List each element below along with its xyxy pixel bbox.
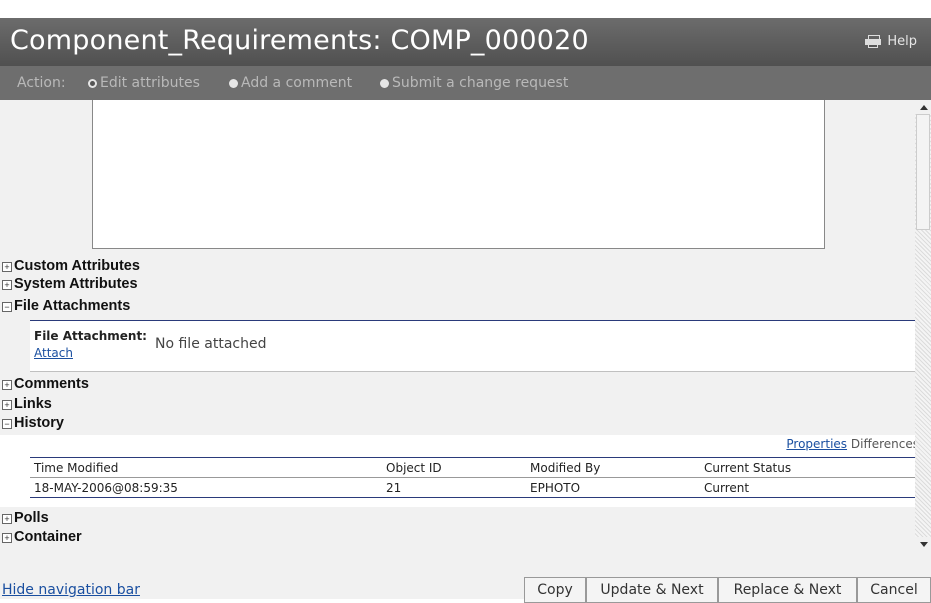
section-file-attachments[interactable]: − File Attachments bbox=[0, 298, 915, 316]
section-label[interactable]: Comments bbox=[14, 376, 89, 392]
action-label: Action: bbox=[17, 75, 66, 91]
column-header: Time Modified bbox=[34, 461, 119, 475]
section-container[interactable]: + Container bbox=[0, 529, 915, 547]
section-system-attributes[interactable]: + System Attributes bbox=[0, 276, 915, 294]
section-custom-attributes[interactable]: + Custom Attributes bbox=[0, 258, 915, 276]
attach-link[interactable]: Attach bbox=[34, 346, 73, 360]
help-button[interactable]: Help bbox=[865, 34, 917, 49]
history-table: Time Modified Object ID Modified By Curr… bbox=[30, 457, 915, 498]
page-title: Component_Requirements: COMP_000020 bbox=[10, 25, 589, 56]
arrow-up-icon[interactable] bbox=[920, 105, 928, 110]
vertical-scrollbar[interactable] bbox=[915, 100, 931, 551]
expand-icon[interactable]: + bbox=[2, 280, 12, 290]
section-label[interactable]: Links bbox=[14, 396, 52, 412]
radio-selected-icon[interactable] bbox=[88, 78, 97, 88]
scroll-down-button[interactable] bbox=[915, 537, 931, 551]
file-attachment-panel: File Attachment: Attach No file attached bbox=[30, 320, 915, 372]
column-header: Current Status bbox=[704, 461, 792, 475]
differences-link[interactable]: Differences bbox=[851, 437, 915, 451]
table-cell: EPHOTO bbox=[530, 481, 581, 495]
section-label[interactable]: File Attachments bbox=[14, 298, 130, 314]
expand-icon[interactable]: + bbox=[2, 262, 12, 272]
radio-submit-change-request-label[interactable]: Submit a change request bbox=[392, 75, 568, 91]
table-header-row: Time Modified Object ID Modified By Curr… bbox=[30, 458, 915, 478]
properties-link[interactable]: Properties bbox=[786, 437, 847, 451]
expand-icon[interactable]: + bbox=[2, 533, 12, 543]
help-label[interactable]: Help bbox=[887, 34, 917, 49]
radio-submit-change-request[interactable]: Submit a change request bbox=[380, 75, 568, 91]
section-links[interactable]: + Links bbox=[0, 396, 915, 414]
collapse-icon[interactable]: − bbox=[2, 419, 12, 429]
printer-icon[interactable] bbox=[865, 35, 882, 48]
section-history[interactable]: − History bbox=[0, 415, 915, 433]
column-header: Object ID bbox=[386, 461, 442, 475]
section-comments[interactable]: + Comments bbox=[0, 376, 915, 394]
section-label[interactable]: System Attributes bbox=[14, 276, 138, 292]
section-label[interactable]: Custom Attributes bbox=[14, 258, 140, 274]
file-attachment-value: No file attached bbox=[155, 336, 267, 352]
table-cell: 18-MAY-2006@08:59:35 bbox=[34, 481, 178, 495]
section-polls[interactable]: + Polls bbox=[0, 510, 915, 528]
table-cell: Current bbox=[704, 481, 750, 495]
column-header: Modified By bbox=[530, 461, 601, 475]
file-attachment-label: File Attachment: bbox=[34, 329, 147, 343]
history-view-links: Properties Differences bbox=[786, 437, 915, 451]
title-bar: Component_Requirements: COMP_000020 Help bbox=[0, 18, 931, 66]
scrollbar-thumb[interactable] bbox=[916, 114, 930, 230]
radio-edit-attributes[interactable]: Edit attributes bbox=[88, 75, 200, 91]
radio-icon[interactable] bbox=[229, 78, 238, 88]
radio-add-comment[interactable]: Add a comment bbox=[229, 75, 352, 91]
history-panel: Properties Differences Time Modified Obj… bbox=[0, 435, 915, 507]
description-textarea[interactable] bbox=[92, 100, 825, 249]
hide-navigation-bar-link[interactable]: Hide navigation bar bbox=[2, 582, 140, 598]
collapse-icon[interactable]: − bbox=[2, 302, 12, 312]
section-label[interactable]: Container bbox=[14, 529, 82, 545]
top-strip bbox=[0, 0, 931, 18]
section-label[interactable]: Polls bbox=[14, 510, 49, 526]
section-label[interactable]: History bbox=[14, 415, 64, 431]
table-row[interactable]: 18-MAY-2006@08:59:35 21 EPHOTO Current bbox=[30, 478, 915, 497]
replace-next-button[interactable]: Replace & Next bbox=[718, 577, 857, 603]
radio-edit-attributes-label[interactable]: Edit attributes bbox=[100, 75, 200, 91]
cancel-button[interactable]: Cancel bbox=[857, 577, 931, 603]
table-cell: 21 bbox=[386, 481, 402, 495]
expand-icon[interactable]: + bbox=[2, 514, 12, 524]
action-bar: Action: Edit attributes Add a comment Su… bbox=[0, 66, 931, 100]
copy-button[interactable]: Copy bbox=[524, 577, 586, 603]
footer-bar: Hide navigation bar Copy Update & Next R… bbox=[0, 551, 931, 603]
arrow-down-icon[interactable] bbox=[920, 542, 928, 547]
update-next-button[interactable]: Update & Next bbox=[586, 577, 718, 603]
content-area: + Custom Attributes + System Attributes … bbox=[0, 100, 915, 551]
expand-icon[interactable]: + bbox=[2, 400, 12, 410]
radio-icon[interactable] bbox=[380, 78, 389, 88]
radio-add-comment-label[interactable]: Add a comment bbox=[241, 75, 352, 91]
expand-icon[interactable]: + bbox=[2, 380, 12, 390]
scroll-up-button[interactable] bbox=[915, 100, 931, 114]
